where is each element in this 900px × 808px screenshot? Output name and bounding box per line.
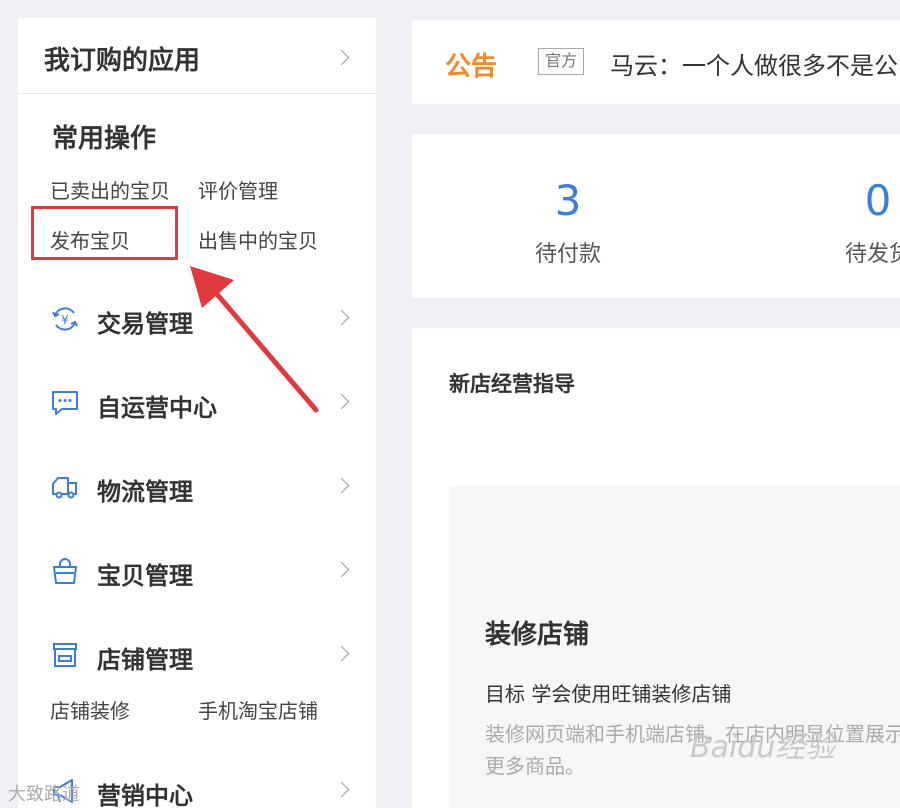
menu-label: 交易管理 — [97, 310, 193, 338]
red-arrow-annotation — [190, 266, 319, 413]
store-icon — [53, 643, 77, 667]
common-ops-title: 常用操作 — [52, 124, 157, 154]
baidu-watermark: Baidu经验 — [690, 730, 836, 765]
menu-label: 店铺管理 — [97, 646, 193, 674]
menu-item-item-management[interactable]: 宝贝管理 — [18, 542, 376, 602]
menu-item-shop-management[interactable]: 店铺管理 — [18, 626, 376, 686]
pending-payment-count[interactable]: 3 — [508, 176, 628, 225]
chevron-right-icon — [333, 645, 350, 662]
menu-label: 营销中心 — [97, 782, 193, 808]
link-sold-items[interactable]: 已卖出的宝贝 — [50, 175, 170, 204]
chevron-right-icon — [333, 781, 350, 798]
link-mobile-taobao-shop[interactable]: 手机淘宝店铺 — [198, 695, 318, 724]
chat-bubble-icon — [52, 391, 78, 415]
menu-label: 物流管理 — [97, 478, 193, 506]
my-apps-header[interactable]: 我订购的应用 — [18, 18, 376, 94]
menu-item-logistics[interactable]: 物流管理 — [18, 458, 376, 518]
chevron-right-icon — [333, 49, 350, 66]
truck-icon — [52, 477, 77, 499]
my-apps-title: 我订购的应用 — [44, 46, 201, 76]
order-stats-panel: 3 待付款 0 待发货 — [412, 134, 900, 298]
official-tag: 官方 — [538, 48, 585, 75]
link-on-sale-items[interactable]: 出售中的宝贝 — [198, 225, 318, 254]
link-review-management[interactable]: 评价管理 — [198, 175, 278, 204]
link-shop-decoration[interactable]: 店铺装修 — [50, 695, 130, 724]
guide-card-goal: 目标 学会使用旺铺装修店铺 — [485, 682, 732, 706]
svg-text:¥: ¥ — [61, 313, 69, 327]
chevron-right-icon — [333, 561, 350, 578]
announcement-label: 公告 — [445, 52, 498, 82]
sidebar: 我订购的应用 常用操作 已卖出的宝贝 评价管理 发布宝贝 出售中的宝贝 ¥ 交易… — [18, 18, 376, 808]
announcement-bar[interactable]: 公告 官方 马云：一个人做很多不是公 — [412, 20, 900, 104]
bag-icon — [53, 558, 77, 584]
pending-shipment-label: 待发货 — [844, 242, 900, 267]
chevron-right-icon — [333, 477, 350, 494]
guide-card-title: 装修店铺 — [485, 620, 590, 650]
chevron-right-icon — [333, 393, 350, 410]
pending-shipment-count[interactable]: 0 — [818, 176, 900, 225]
chevron-right-icon — [333, 309, 350, 326]
menu-label: 宝贝管理 — [97, 562, 193, 590]
announcement-text[interactable]: 马云：一个人做很多不是公 — [610, 46, 898, 81]
yen-cycle-icon: ¥ — [52, 307, 78, 331]
highlight-box — [31, 206, 178, 260]
corner-watermark: 大致路道 — [8, 784, 80, 805]
guide-title: 新店经营指导 — [449, 372, 575, 396]
pending-payment-label: 待付款 — [534, 242, 601, 267]
